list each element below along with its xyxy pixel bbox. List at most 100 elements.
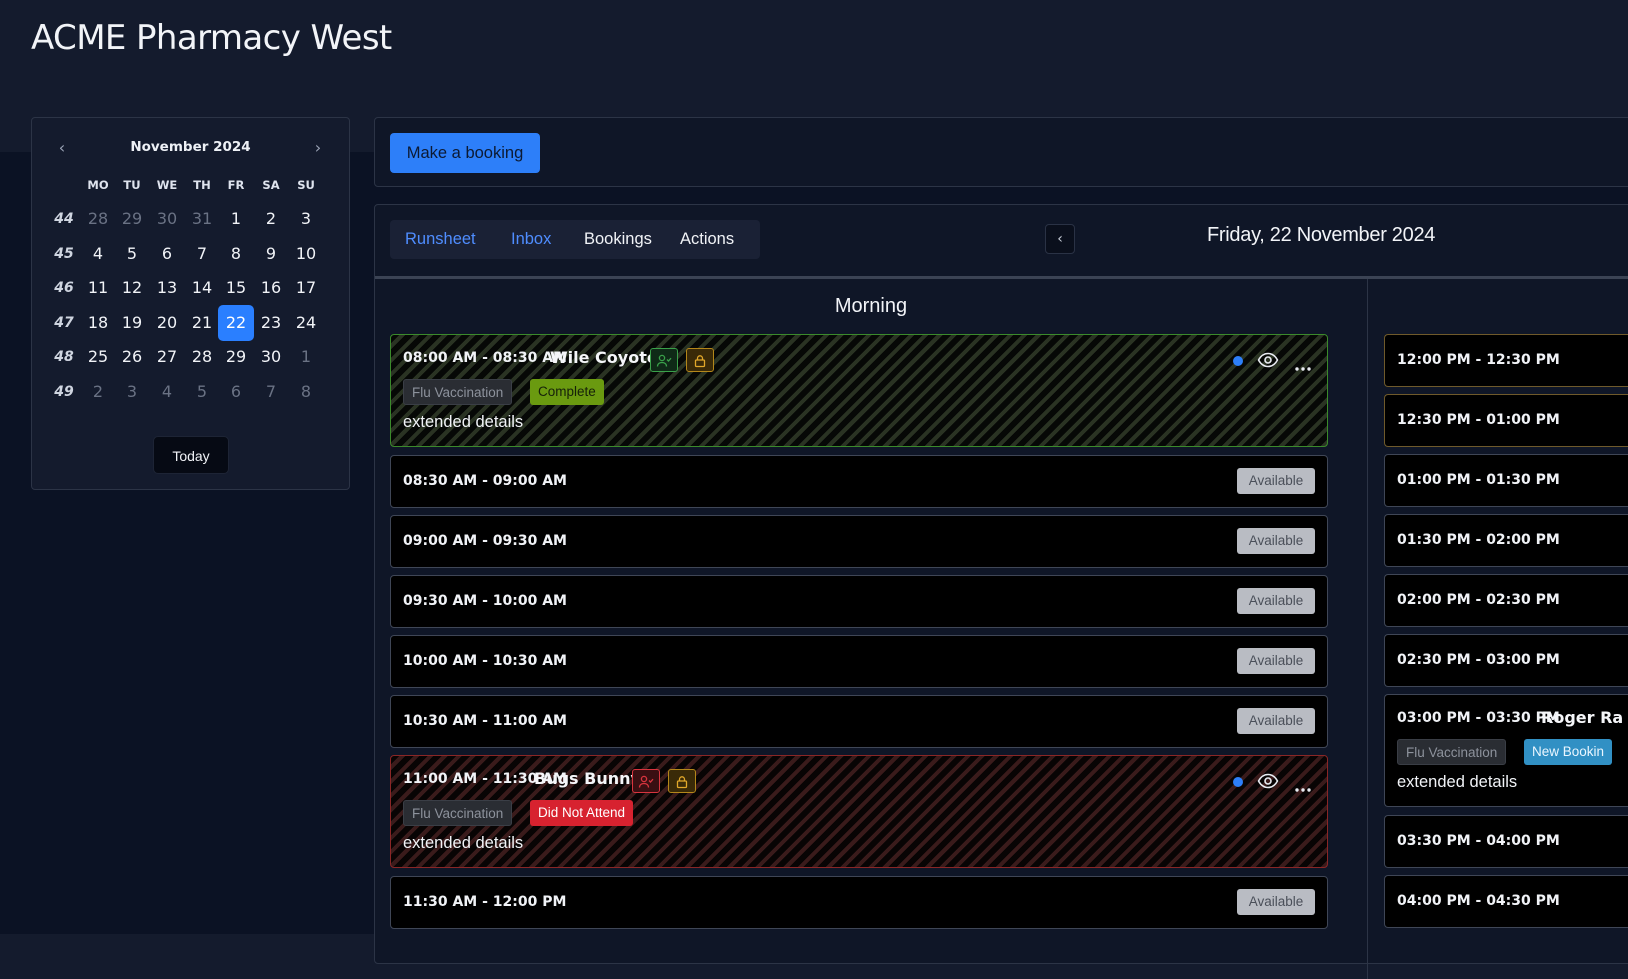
more-icon[interactable] [1294,778,1312,792]
calendar-day[interactable]: 23 [253,305,289,341]
calendar-day[interactable]: 30 [149,201,185,237]
tab-runsheet[interactable]: Runsheet [405,220,476,259]
tab-inbox[interactable]: Inbox [511,220,551,259]
calendar-week-number: 48 [54,349,74,366]
calendar-day[interactable]: 21 [184,305,220,341]
calendar-week-number: 47 [54,314,74,331]
calendar-day[interactable]: 7 [184,236,220,272]
chevron-right-icon[interactable]: › [306,137,330,161]
time-slot[interactable]: 02:30 PM - 03:00 PM [1384,634,1628,687]
calendar-day[interactable]: 28 [80,201,116,237]
service-badge: Flu Vaccination [1397,739,1507,765]
calendar-day[interactable]: 25 [80,339,116,375]
calendar-day[interactable]: 16 [253,270,289,306]
time-slot[interactable]: 11:30 AM - 12:00 PM Available [390,876,1328,929]
availability-badge: Available [1237,468,1315,494]
calendar-day[interactable]: 13 [149,270,185,306]
calendar-day[interactable]: 26 [114,339,150,375]
previous-day-button[interactable]: ‹ [1045,224,1075,254]
divider [375,276,1628,279]
calendar-day[interactable]: 6 [149,236,185,272]
calendar-day[interactable]: 8 [288,374,324,410]
person-icon[interactable] [632,769,660,793]
person-icon[interactable] [650,348,678,372]
time-slot[interactable]: 01:30 PM - 02:00 PM [1384,514,1628,567]
morning-heading: Morning [834,295,908,317]
calendar-day[interactable]: 29 [218,339,254,375]
time-slot[interactable]: 02:00 PM - 02:30 PM [1384,574,1628,627]
booking-card[interactable]: 03:00 PM - 03:30 PM Roger Ra Flu Vaccinati… [1384,694,1628,807]
patient-name: Bugs Bunny [534,769,641,788]
column-divider [1367,279,1368,979]
calendar-day[interactable]: 6 [218,374,254,410]
slot-time: 01:00 PM - 01:30 PM [1397,472,1560,488]
slot-time: 03:00 PM - 03:30 PM [1397,710,1560,726]
time-slot[interactable]: 10:30 AM - 11:00 AM Available [390,695,1328,748]
calendar-day[interactable]: 24 [288,305,324,341]
calendar-day[interactable]: 11 [80,270,116,306]
time-slot[interactable]: 04:00 PM - 04:30 PM [1384,875,1628,928]
service-badge: Flu Vaccination [403,800,513,826]
time-slot[interactable]: 12:00 PM - 12:30 PM [1384,334,1628,387]
calendar-day[interactable]: 4 [80,236,116,272]
calendar-day[interactable]: 9 [253,236,289,272]
calendar-day[interactable]: 3 [288,201,324,237]
booking-card[interactable]: 11:00 AM - 11:30 AM Bugs Bunny Flu Vaccina… [390,755,1328,868]
status-badge: Complete [530,379,604,405]
calendar-weekday-label: TH [193,178,211,192]
slot-time: 08:00 AM - 08:30 AM [403,350,567,366]
calendar-day[interactable]: 5 [114,236,150,272]
calendar-day[interactable]: 18 [80,305,116,341]
calendar-day[interactable]: 2 [253,201,289,237]
calendar-weekday-label: SU [297,178,315,192]
slot-time: 09:30 AM - 10:00 AM [403,593,567,609]
lock-icon[interactable] [686,348,714,372]
calendar-day[interactable]: 29 [114,201,150,237]
mini-calendar: ‹ November 2024 › MO TU WE TH FR SA SU 44 28 29 30… [31,117,350,490]
runsheet-panel: Runsheet Inbox Bookings Actions ‹ Friday… [374,204,1628,979]
tab-actions[interactable]: Actions [680,220,734,259]
eye-icon[interactable] [1257,352,1279,368]
time-slot[interactable]: 09:30 AM - 10:00 AM Available [390,575,1328,628]
calendar-day-selected[interactable]: 22 [218,304,254,341]
slot-time: 02:30 PM - 03:00 PM [1397,652,1560,668]
time-slot[interactable]: 01:00 PM - 01:30 PM [1384,454,1628,507]
calendar-day[interactable]: 20 [149,305,185,341]
calendar-day[interactable]: 19 [114,305,150,341]
calendar-day[interactable]: 10 [288,236,324,272]
calendar-day[interactable]: 31 [184,201,220,237]
calendar-day[interactable]: 28 [184,339,220,375]
calendar-day[interactable]: 4 [149,374,185,410]
calendar-weekday-label: MO [87,178,109,192]
extended-details: extended details [403,834,524,852]
time-slot[interactable]: 12:30 PM - 01:00 PM [1384,394,1628,447]
time-slot[interactable]: 09:00 AM - 09:30 AM Available [390,515,1328,568]
service-badge: Flu Vaccination [403,379,513,405]
patient-name: Wile Coyote [550,348,658,367]
calendar-day[interactable]: 5 [184,374,220,410]
calendar-day[interactable]: 1 [288,339,324,375]
booking-card[interactable]: 08:00 AM - 08:30 AM Wile Coyote Flu Vaccin… [390,334,1328,447]
make-booking-button[interactable]: Make a booking [390,133,540,173]
time-slot[interactable]: 03:30 PM - 04:00 PM [1384,815,1628,868]
calendar-day[interactable]: 2 [80,374,116,410]
time-slot[interactable]: 10:00 AM - 10:30 AM Available [390,635,1328,688]
lock-icon[interactable] [668,769,696,793]
calendar-day[interactable]: 17 [288,270,324,306]
calendar-day[interactable]: 14 [184,270,220,306]
calendar-day[interactable]: 30 [253,339,289,375]
calendar-day[interactable]: 15 [218,270,254,306]
calendar-day[interactable]: 12 [114,270,150,306]
more-icon[interactable] [1294,357,1312,371]
calendar-day[interactable]: 1 [218,201,254,237]
slot-time: 12:00 PM - 12:30 PM [1397,352,1560,368]
calendar-day[interactable]: 8 [218,236,254,272]
today-button[interactable]: Today [153,436,229,474]
eye-icon[interactable] [1257,773,1279,789]
tab-bookings[interactable]: Bookings [584,220,652,259]
calendar-day[interactable]: 3 [114,374,150,410]
calendar-week-number: 44 [54,211,74,227]
calendar-day[interactable]: 7 [253,374,289,410]
time-slot[interactable]: 08:30 AM - 09:00 AM Available [390,455,1328,508]
calendar-day[interactable]: 27 [149,339,185,375]
